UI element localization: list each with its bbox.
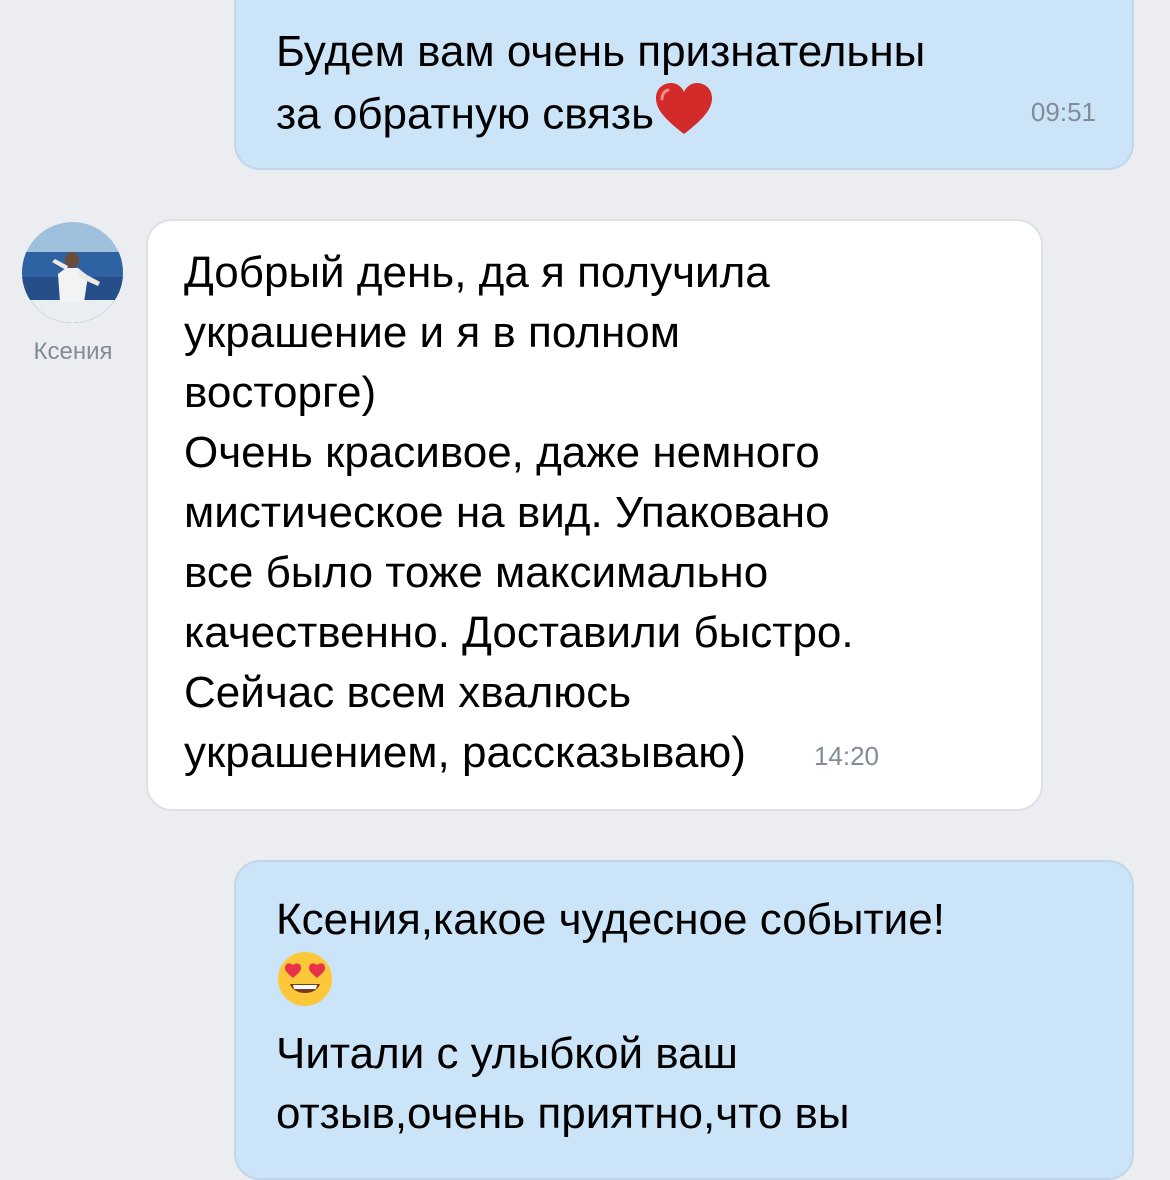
incoming-message[interactable]: Добрый день, да я получила украшение и я… (146, 219, 1043, 811)
message-text-line: украшение и я в полном (184, 308, 681, 357)
message-text-line: Добрый день, да я получила (184, 248, 770, 297)
message-text-line: за обратную связь (276, 89, 654, 139)
message-text-line: Очень красивое, даже немного (184, 428, 820, 477)
message-text-line: украшением, рассказываю) (184, 728, 746, 777)
message-text-line: отзыв,очень приятно,что вы (276, 1089, 850, 1138)
message-text-line: восторге) (184, 368, 377, 417)
message-text-line: Сейчас всем хвалюсь (184, 668, 632, 717)
outgoing-message[interactable]: Будем вам очень признательны за обратную… (234, 0, 1134, 170)
message-text-line: все было тоже максимально (184, 548, 769, 597)
heart-eyes-emoji-icon (276, 950, 334, 1024)
heart-emoji-icon (654, 82, 714, 152)
message-text-line: Ксения,какое чудесное событие! (276, 895, 945, 944)
sender-name: Ксения (33, 338, 113, 365)
avatar[interactable] (22, 222, 123, 323)
message-text-line: качественно. Доставили быстро. (184, 608, 854, 657)
outgoing-message[interactable]: Ксения,какое чудесное событие! Читали с … (234, 860, 1134, 1180)
message-text-line: Читали с улыбкой ваш (276, 1029, 738, 1078)
message-time: 14:20 (813, 741, 880, 771)
message-text-line: мистическое на вид. Упаковано (184, 488, 830, 537)
message-text-line: Будем вам очень признательны (276, 27, 926, 76)
message-time: 09:51 (1030, 97, 1096, 127)
